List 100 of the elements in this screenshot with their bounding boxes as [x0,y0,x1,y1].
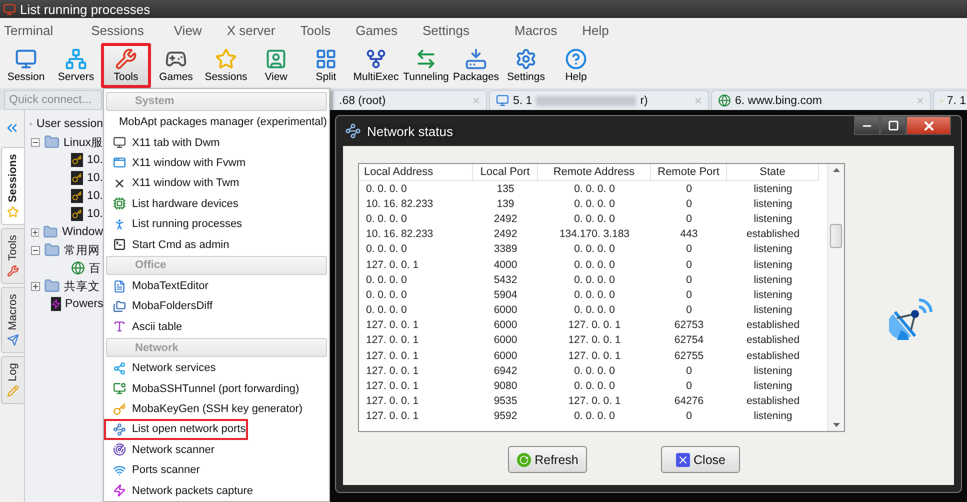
tree-item[interactable]: 10. [87,172,103,184]
toolbar-button[interactable]: Settings [501,43,551,88]
tree-item[interactable]: Linux服 [64,134,103,150]
menu-item[interactable]: MobApt packages manager (experimental) [104,112,327,132]
menu-item[interactable]: MobaTextEditor [104,276,327,296]
tree-item[interactable]: User session [36,118,103,130]
side-tab[interactable]: Log [1,356,24,404]
menu-item[interactable]: Terminal [4,23,54,38]
toolbar-button[interactable]: Help [551,43,601,88]
session-tab[interactable]: .68 (root) × [332,90,487,110]
side-tab[interactable]: Sessions [1,147,24,226]
menu-item[interactable]: X11 tab with Dwm [104,132,327,153]
menu-item[interactable]: X11 window with Twm [104,173,327,194]
tree-item[interactable]: 百 [89,260,101,276]
menu-item[interactable]: MobaKeyGen (SSH key generator) [104,398,327,420]
tree-item[interactable]: Powers [65,298,103,310]
minimize-button[interactable] [854,116,880,135]
toolbar-button[interactable]: Servers [51,43,101,88]
menu-item[interactable]: Games [356,23,398,38]
menu-item[interactable]: Tools [300,23,331,38]
menu-item[interactable]: Help [582,23,609,38]
side-tab[interactable]: Tools [1,228,24,284]
scrollbar[interactable] [827,164,844,431]
scrollbar-thumb[interactable] [830,224,842,248]
toolbar-button[interactable]: Session [1,43,51,88]
menu-item[interactable]: Ports scanner [104,460,327,481]
table-cell-text: 139 [496,196,516,212]
table-cell-text: 127. 0. 0. 1 [365,348,420,364]
menu-item[interactable]: List running processes [104,214,327,234]
chip-icon [113,197,126,210]
menu-item[interactable]: Settings [422,23,470,38]
letter-icon [113,320,126,334]
maximize-button[interactable] [880,116,906,135]
menu-item[interactable]: Sessions [91,23,144,38]
table-cell-text: 0. 0. 0. 0 [573,242,616,257]
session-tab[interactable]: 7. 1 [933,90,967,110]
column-header[interactable]: Local Address [359,164,473,181]
side-tab[interactable]: Macros [1,287,24,354]
column-header[interactable]: Local Port [473,164,538,181]
person-icon [113,218,126,231]
menu-item[interactable]: MobaFoldersDiff [104,296,327,317]
menu-item[interactable]: List open network ports [104,419,248,440]
close-button[interactable] [906,116,951,135]
menu-item[interactable]: Start Cmd as admin [104,234,327,255]
nodes-icon [345,123,361,139]
expand-toggle[interactable] [31,228,40,236]
table-cell-text: 127. 0. 0. 1 [567,394,622,409]
table-cell-text: 0. 0. 0. 0 [365,272,408,288]
globe-icon [71,261,85,275]
folders-icon [113,300,126,313]
menu-item[interactable]: Network scanner [104,440,327,460]
table-cell-text: 4000 [492,258,518,272]
toolbar-button[interactable]: Tools [101,43,151,88]
menu-item[interactable]: MobaSSHTunnel (port forwarding) [104,378,327,399]
session-tab[interactable]: 5. 1 r) × [489,90,709,110]
menu-item[interactable]: List hardware devices [104,194,327,214]
toolbar-button[interactable]: Packages [451,43,501,88]
table-cell-text: listening [752,258,794,272]
dialog-button[interactable]: Close [661,446,740,473]
menu-item[interactable]: Macros [514,23,558,38]
download-icon [465,48,487,70]
toolbar-button[interactable]: Games [151,43,201,88]
column-header[interactable]: Remote Port [651,164,727,181]
menu-item[interactable]: X server [226,23,276,38]
up-arrow-icon[interactable] [832,168,840,172]
menu-item[interactable]: Ascii table [104,316,327,338]
expand-toggle[interactable] [31,282,40,290]
table-cell-text: 0 [685,379,693,394]
collapse-toggle[interactable] [31,246,40,254]
tree-item[interactable]: Window [62,226,103,238]
table-cell-text: 0. 0. 0. 0 [365,303,408,318]
column-header[interactable]: Remote Address [538,164,651,181]
tree-item[interactable]: 10. [87,208,103,220]
tree-item[interactable]: 10. [87,154,103,166]
key-icon [71,207,83,221]
toolbar-button[interactable]: Tunneling [401,43,451,88]
table-cell-text: 0 [685,242,693,257]
tree-item[interactable]: 共享文 [64,278,100,294]
menu-item[interactable]: Network packets capture [104,480,327,501]
down-arrow-icon[interactable] [832,423,840,427]
collapse-toggle[interactable] [31,138,40,146]
menu-item[interactable]: X11 window with Fvwm [104,152,327,174]
table-cell-text: 9080 [492,379,518,394]
table-cell-text: 0. 0. 0. 0 [573,258,616,272]
table-cell-text: established [745,333,801,348]
table-cell-text: listening [752,212,794,227]
toolbar-button[interactable]: MultiExec [351,43,401,88]
toolbar-button[interactable]: Split [301,43,351,88]
table-cell-text: listening [752,409,794,424]
tree-item[interactable]: 10. [87,190,103,202]
toolbar-button[interactable]: Sessions [201,43,251,88]
menu-item[interactable]: View [174,23,202,38]
menu-item[interactable]: Network services [104,358,327,378]
dialog-button[interactable]: Refresh [508,446,587,473]
column-header[interactable]: State [727,164,819,181]
toolbar-button[interactable]: View [251,43,301,88]
tree-item[interactable]: 常用网 [64,242,100,258]
quick-connect-field[interactable]: Quick connect... [4,90,102,110]
folder-icon [44,278,60,294]
session-tab[interactable]: 6. www.bing.com × [711,90,931,110]
